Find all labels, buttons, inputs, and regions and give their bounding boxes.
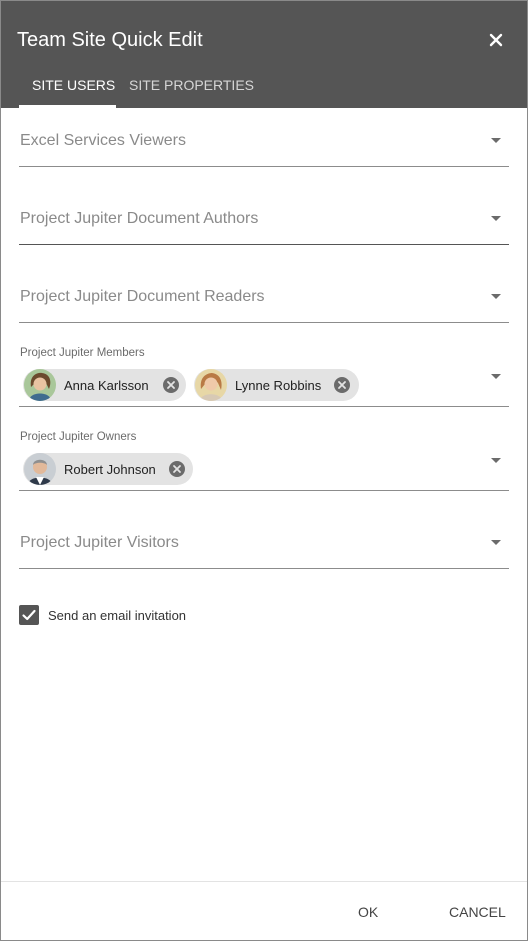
person-chip: Anna Karlsson xyxy=(23,369,186,401)
cancel-button[interactable]: CANCEL xyxy=(449,904,506,920)
owners-picker[interactable]: Project Jupiter Owners Robert Johnson xyxy=(19,431,509,491)
document-authors-picker[interactable]: Project Jupiter Document Authors xyxy=(19,197,509,245)
remove-circle-icon xyxy=(169,461,185,477)
person-avatar xyxy=(24,369,56,401)
chevron-down-icon[interactable] xyxy=(491,138,501,143)
ok-button[interactable]: OK xyxy=(358,904,378,920)
remove-person-button[interactable] xyxy=(162,376,180,394)
document-authors-placeholder: Project Jupiter Document Authors xyxy=(20,210,259,227)
chevron-down-icon[interactable] xyxy=(491,294,501,299)
remove-circle-icon xyxy=(334,377,350,393)
quick-edit-dialog: Team Site Quick Edit SITE USERS SITE PRO… xyxy=(0,0,528,941)
close-button[interactable] xyxy=(485,29,507,51)
visitors-placeholder: Project Jupiter Visitors xyxy=(20,534,179,551)
checkmark-icon xyxy=(22,609,36,621)
email-invitation-label[interactable]: Send an email invitation xyxy=(48,608,186,623)
document-readers-placeholder: Project Jupiter Document Readers xyxy=(20,288,265,305)
members-label: Project Jupiter Members xyxy=(20,347,145,359)
excel-viewers-placeholder: Excel Services Viewers xyxy=(20,132,186,149)
dialog-header: Team Site Quick Edit SITE USERS SITE PRO… xyxy=(1,1,527,108)
close-icon xyxy=(489,33,503,47)
footer-divider xyxy=(1,881,527,882)
remove-circle-icon xyxy=(163,377,179,393)
chevron-down-icon[interactable] xyxy=(491,374,501,379)
person-name: Robert Johnson xyxy=(64,462,156,477)
person-name: Anna Karlsson xyxy=(64,378,149,393)
active-tab-indicator xyxy=(19,105,116,108)
members-picker[interactable]: Project Jupiter Members Anna Karlsson Ly… xyxy=(19,347,509,407)
remove-person-button[interactable] xyxy=(333,376,351,394)
person-chip: Lynne Robbins xyxy=(194,369,359,401)
dialog-title: Team Site Quick Edit xyxy=(17,29,203,51)
excel-viewers-picker[interactable]: Excel Services Viewers xyxy=(19,119,509,167)
person-avatar xyxy=(195,369,227,401)
person-avatar xyxy=(24,453,56,485)
person-chip: Robert Johnson xyxy=(23,453,193,485)
owners-label: Project Jupiter Owners xyxy=(20,431,137,443)
document-readers-picker[interactable]: Project Jupiter Document Readers xyxy=(19,275,509,323)
email-invitation-checkbox[interactable] xyxy=(19,605,39,625)
tab-site-properties[interactable]: SITE PROPERTIES xyxy=(129,77,254,93)
remove-person-button[interactable] xyxy=(168,460,186,478)
person-name: Lynne Robbins xyxy=(235,378,322,393)
chevron-down-icon[interactable] xyxy=(491,216,501,221)
chevron-down-icon[interactable] xyxy=(491,540,501,545)
tab-site-users[interactable]: SITE USERS xyxy=(32,77,115,93)
chevron-down-icon[interactable] xyxy=(491,458,501,463)
visitors-picker[interactable]: Project Jupiter Visitors xyxy=(19,521,509,569)
